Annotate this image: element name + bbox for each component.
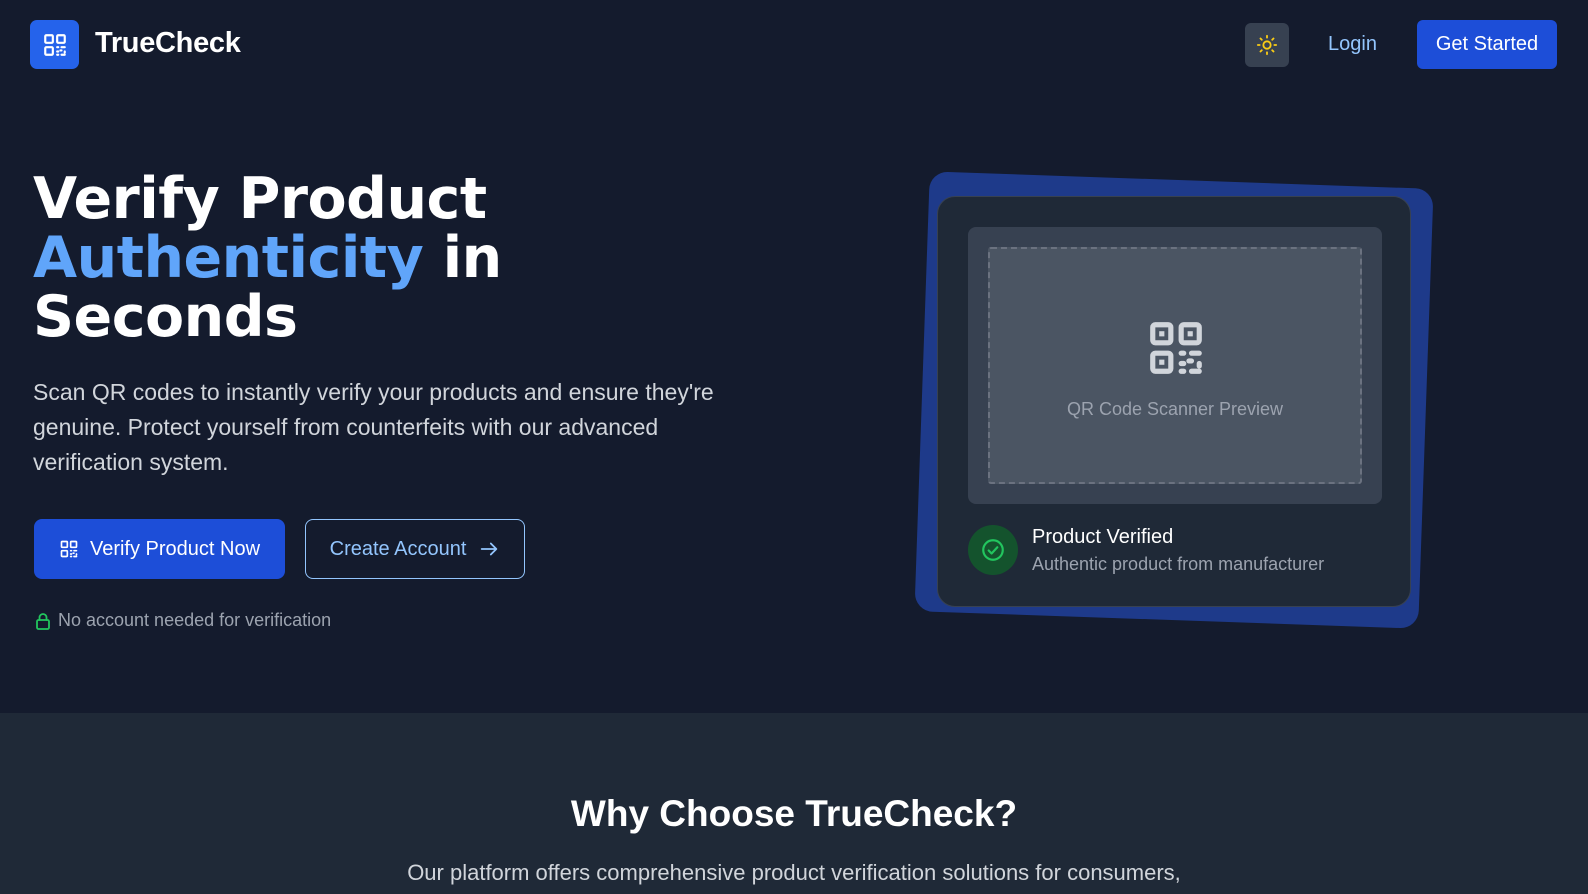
verified-subtitle: Authentic product from manufacturer xyxy=(1032,554,1325,574)
preview-card: QR Code Scanner Preview Product Verified… xyxy=(937,196,1411,607)
create-account-label: Create Account xyxy=(329,537,467,560)
qr-code-icon xyxy=(1150,322,1202,374)
arrow-right-icon xyxy=(481,542,498,556)
hero-title-accent: Authenticity xyxy=(33,225,424,291)
verified-title: Product Verified xyxy=(1032,526,1174,548)
no-account-text: No account needed for verification xyxy=(58,610,332,630)
scanner-frame: QR Code Scanner Preview xyxy=(988,247,1362,484)
check-circle-icon xyxy=(982,539,1004,561)
sun-icon xyxy=(1256,34,1278,56)
login-link[interactable]: Login xyxy=(1328,33,1377,56)
no-account-note: No account needed for verification xyxy=(35,610,331,631)
hero-title-line1: Verify Product xyxy=(33,166,487,232)
create-account-button[interactable]: Create Account xyxy=(305,519,525,579)
verified-badge xyxy=(968,525,1018,575)
brand-name[interactable]: TrueCheck xyxy=(95,27,241,60)
scanner-label: QR Code Scanner Preview xyxy=(1066,399,1284,419)
verify-product-label: Verify Product Now xyxy=(89,537,261,560)
hero-title-after-accent: in xyxy=(423,225,503,291)
hero-title-line3: Seconds xyxy=(33,284,298,350)
qr-code-icon xyxy=(60,540,78,558)
hero-description: Scan QR codes to instantly verify your p… xyxy=(33,379,714,475)
features-section: Why Choose TrueCheck? Our platform offer… xyxy=(0,713,1588,894)
verify-product-button[interactable]: Verify Product Now xyxy=(34,519,285,579)
theme-toggle-button[interactable] xyxy=(1245,23,1289,67)
logo[interactable] xyxy=(30,20,79,69)
get-started-button[interactable]: Get Started xyxy=(1417,20,1557,69)
qr-code-icon xyxy=(43,33,66,56)
features-subtitle: Our platform offers comprehensive produc… xyxy=(407,860,1181,885)
site-header: TrueCheck Login Get Started xyxy=(0,0,1588,90)
hero-title: Verify Product Authenticity in Seconds xyxy=(33,170,733,347)
lock-icon xyxy=(36,612,50,630)
features-title: Why Choose TrueCheck? xyxy=(570,793,1018,834)
scanner-area: QR Code Scanner Preview xyxy=(968,227,1382,504)
